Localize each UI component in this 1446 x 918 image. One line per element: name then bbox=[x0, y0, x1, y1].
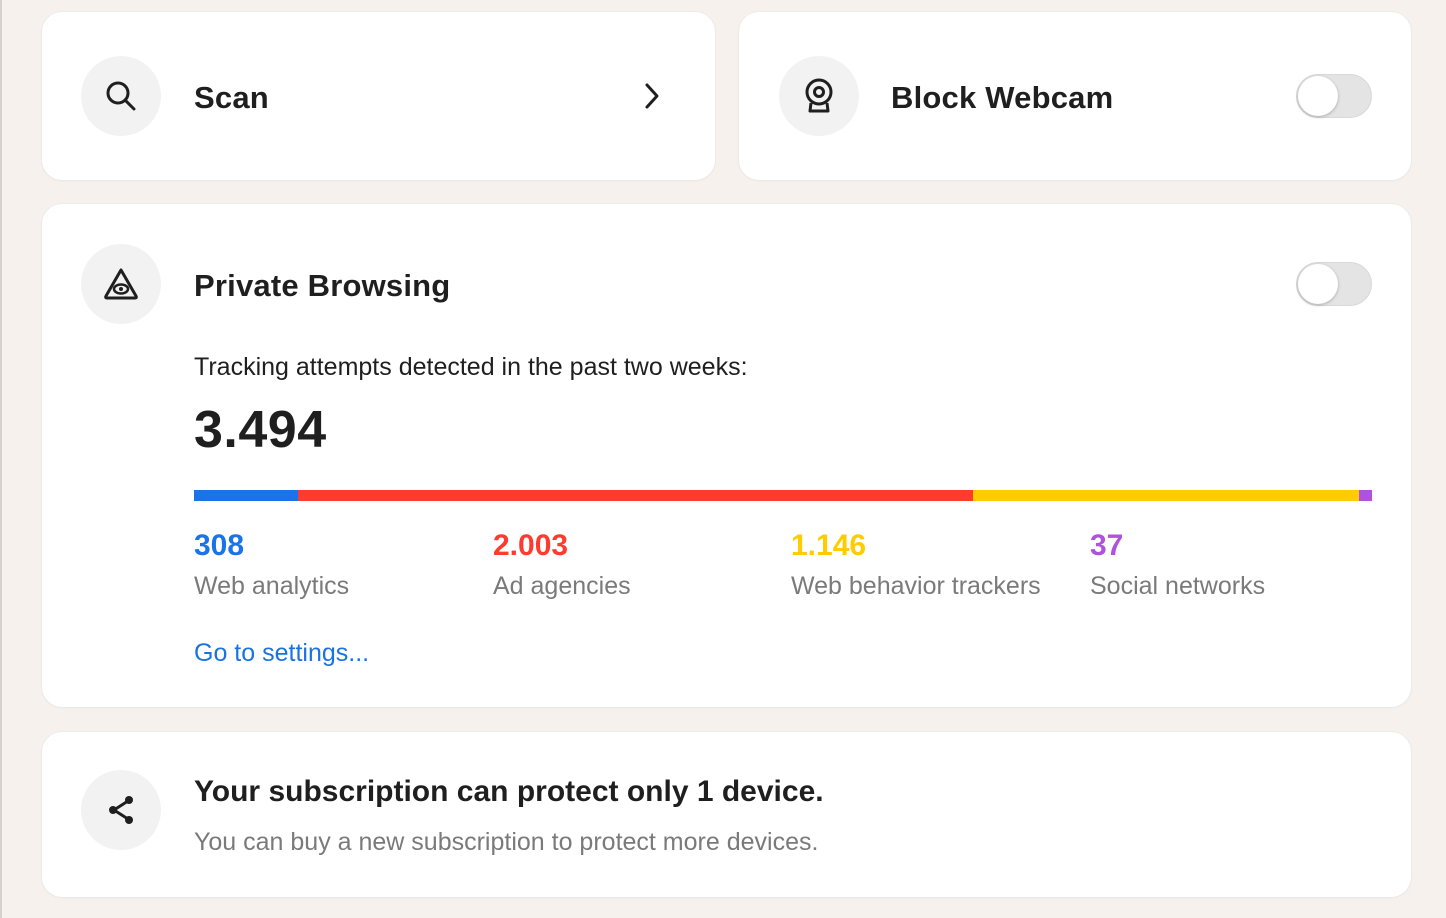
scan-icon-circle bbox=[81, 56, 161, 136]
window-edge bbox=[0, 0, 2, 918]
stat-web-analytics: 308 Web analytics bbox=[194, 531, 349, 599]
subscription-icon-circle bbox=[81, 770, 161, 850]
bar-segment-ad-agencies bbox=[298, 490, 973, 501]
tracking-total: 3.494 bbox=[194, 404, 327, 456]
toggle-knob bbox=[1298, 264, 1338, 304]
stat-value: 37 bbox=[1090, 531, 1265, 561]
scan-card[interactable]: Scan bbox=[42, 12, 715, 180]
subscription-text: You can buy a new subscription to protec… bbox=[194, 830, 818, 855]
bar-segment-social-networks bbox=[1359, 490, 1371, 501]
webcam-icon bbox=[802, 77, 836, 115]
stat-label: Social networks bbox=[1090, 574, 1265, 599]
private-browsing-icon-circle bbox=[81, 244, 161, 324]
stat-value: 1.146 bbox=[791, 531, 1041, 561]
private-browsing-toggle[interactable] bbox=[1296, 262, 1372, 306]
stat-value: 308 bbox=[194, 531, 349, 561]
stat-label: Web behavior trackers bbox=[791, 574, 1041, 599]
private-browsing-icon bbox=[103, 267, 139, 301]
share-icon bbox=[105, 794, 137, 826]
tracking-label: Tracking attempts detected in the past t… bbox=[194, 355, 748, 380]
block-webcam-toggle[interactable] bbox=[1296, 74, 1372, 118]
go-to-settings-link[interactable]: Go to settings... bbox=[194, 641, 369, 666]
search-icon bbox=[104, 79, 138, 113]
webcam-title: Block Webcam bbox=[891, 82, 1113, 113]
stat-label: Web analytics bbox=[194, 574, 349, 599]
subscription-title: Your subscription can protect only 1 dev… bbox=[194, 777, 824, 807]
stat-value: 2.003 bbox=[493, 531, 631, 561]
bar-segment-web-behavior-trackers bbox=[973, 490, 1359, 501]
webcam-icon-circle bbox=[779, 56, 859, 136]
stat-ad-agencies: 2.003 Ad agencies bbox=[493, 531, 631, 599]
toggle-knob bbox=[1298, 76, 1338, 116]
stat-social-networks: 37 Social networks bbox=[1090, 531, 1265, 599]
subscription-card: Your subscription can protect only 1 dev… bbox=[42, 732, 1411, 897]
tracking-distribution-bar bbox=[194, 490, 1372, 501]
private-browsing-card: Private Browsing Tracking attempts detec… bbox=[42, 204, 1411, 707]
chevron-right-icon[interactable] bbox=[637, 81, 667, 111]
stat-label: Ad agencies bbox=[493, 574, 631, 599]
bar-segment-web-analytics bbox=[194, 490, 298, 501]
webcam-card: Block Webcam bbox=[739, 12, 1411, 180]
scan-title: Scan bbox=[194, 82, 269, 113]
private-browsing-title: Private Browsing bbox=[194, 270, 450, 301]
stat-web-behavior-trackers: 1.146 Web behavior trackers bbox=[791, 531, 1041, 599]
